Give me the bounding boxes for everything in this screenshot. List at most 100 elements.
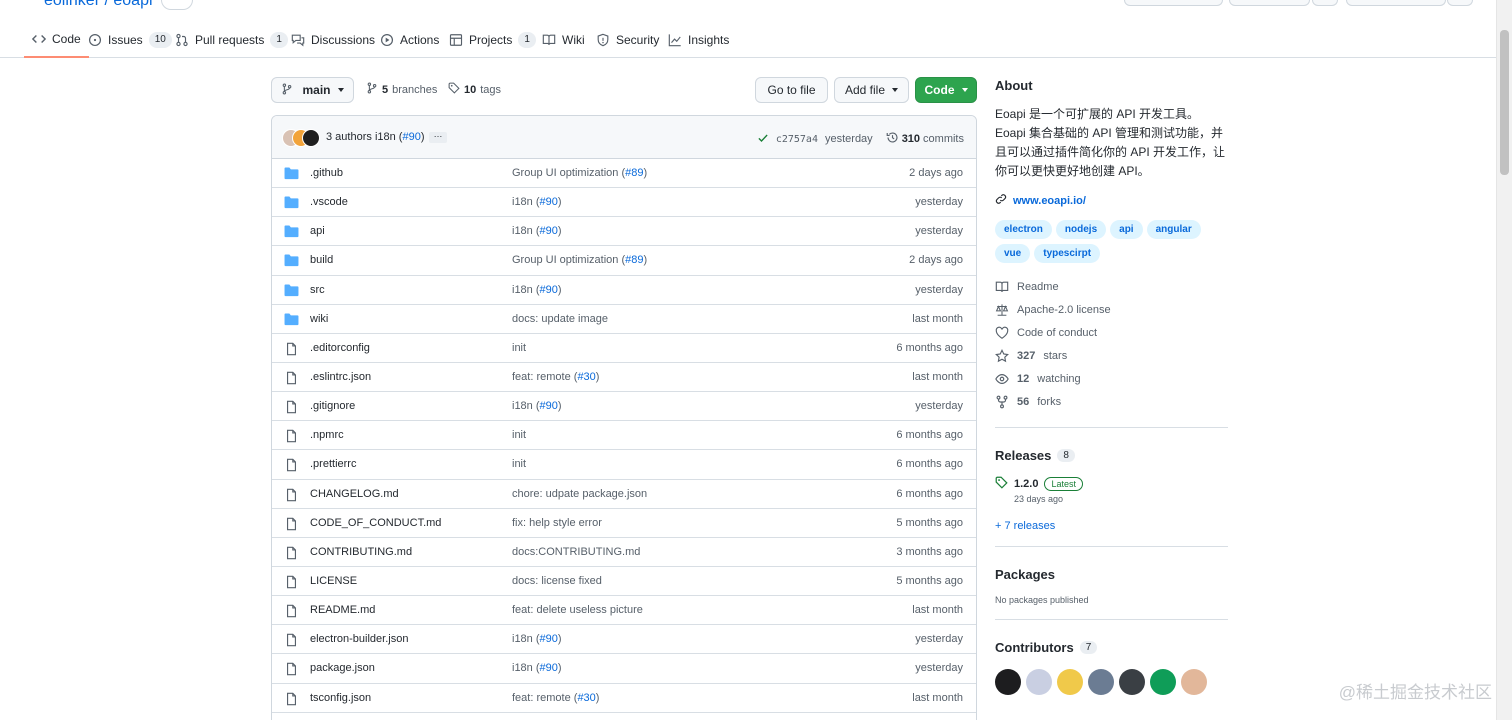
file-row[interactable]: CHANGELOG.md chore: udpate package.json 6 …	[272, 480, 976, 509]
more-releases-link[interactable]: + 7 releases	[995, 520, 1228, 532]
check-icon[interactable]	[757, 132, 769, 147]
commits-link[interactable]: 310 commits	[886, 131, 964, 147]
avatar[interactable]	[1088, 669, 1114, 695]
releases-heading[interactable]: Releases 8	[995, 448, 1228, 463]
file-row[interactable]: LICENSE docs: license fixed 5 months ago	[272, 567, 976, 597]
file-row[interactable]: .eslintrc.json feat: remote (#30) last mon…	[272, 363, 976, 393]
file-name[interactable]: .prettierrc	[310, 458, 356, 470]
commit-pr-link[interactable]: #90	[540, 196, 558, 208]
go-to-file-button[interactable]: Go to file	[755, 77, 828, 103]
commit-sha[interactable]: c2757a4	[776, 134, 818, 145]
branch-select-button[interactable]: main	[271, 77, 354, 103]
avatar[interactable]	[1181, 669, 1207, 695]
commit-pr-link[interactable]: #90	[540, 633, 558, 645]
commit-message-text[interactable]: i18n	[512, 662, 533, 674]
commit-message-text[interactable]: docs: license fixed	[512, 575, 602, 587]
commit-message-text[interactable]: init	[512, 458, 526, 470]
file-row[interactable]: tsconfig.json feat: remote (#30) last mont…	[272, 684, 976, 713]
avatar[interactable]	[1119, 669, 1145, 695]
code-button[interactable]: Code	[915, 77, 977, 103]
repo-name[interactable]: eoapi	[113, 0, 152, 9]
fork-button[interactable]	[1229, 0, 1310, 6]
repo-meta-readme[interactable]: Readme	[995, 275, 1228, 298]
file-name[interactable]: build	[310, 254, 333, 266]
commit-message-text[interactable]: i18n	[512, 225, 533, 237]
file-row[interactable]: CODE_OF_CONDUCT.md fix: help style error 5…	[272, 509, 976, 538]
file-row[interactable]: .prettierrc init 6 months ago	[272, 450, 976, 480]
avatar[interactable]	[995, 669, 1021, 695]
file-row[interactable]: package.json i18n (#90) yesterday	[272, 654, 976, 684]
commit-avatars[interactable]	[282, 129, 322, 147]
repo-meta-forks[interactable]: 56 forks	[995, 390, 1228, 413]
commit-pr-link[interactable]: #90	[540, 284, 558, 296]
commit-pr-link[interactable]: #89	[625, 254, 643, 266]
avatar[interactable]	[1026, 669, 1052, 695]
commit-authors-count[interactable]: 3 authors	[326, 131, 372, 143]
tab-pull-requests[interactable]: Pull requests 1	[175, 22, 288, 58]
star-dropdown-button[interactable]	[1447, 0, 1473, 6]
file-row[interactable]: .editorconfig init 6 months ago	[272, 334, 976, 363]
topic-tag[interactable]: angular	[1146, 220, 1201, 239]
commit-message-text[interactable]: i18n	[512, 400, 533, 412]
tab-discussions[interactable]: Discussions	[291, 22, 375, 58]
add-file-button[interactable]: Add file	[834, 77, 909, 103]
file-name[interactable]: LICENSE	[310, 575, 357, 587]
commit-pr-link[interactable]: #89	[625, 167, 643, 179]
commit-expand-button[interactable]: …	[429, 130, 447, 143]
file-row[interactable]: .vscode i18n (#90) yesterday	[272, 188, 976, 218]
file-name[interactable]: api	[310, 225, 325, 237]
commit-pr-link[interactable]: #30	[577, 692, 595, 704]
scrollbar-thumb[interactable]	[1500, 30, 1509, 175]
tab-actions[interactable]: Actions	[380, 22, 439, 58]
avatar[interactable]	[1150, 669, 1176, 695]
commit-message-text[interactable]: docs:CONTRIBUTING.md	[512, 546, 640, 558]
repo-meta-code-of-conduct[interactable]: Code of conduct	[995, 321, 1228, 344]
file-name[interactable]: README.md	[310, 604, 375, 616]
file-row[interactable]: src i18n (#90) yesterday	[272, 276, 976, 305]
tab-insights[interactable]: Insights	[668, 22, 729, 58]
commit-message-text[interactable]: i18n	[512, 196, 533, 208]
commit-message[interactable]: i18n	[375, 131, 396, 143]
topic-tag[interactable]: electron	[995, 220, 1052, 239]
tab-issues[interactable]: Issues 10	[88, 22, 172, 58]
file-name[interactable]: .npmrc	[310, 429, 344, 441]
commit-message-text[interactable]: fix: help style error	[512, 517, 602, 529]
topic-tag[interactable]: typescirpt	[1034, 244, 1101, 263]
avatar[interactable]	[1057, 669, 1083, 695]
commit-pr-link[interactable]: #30	[577, 371, 595, 383]
watch-button[interactable]	[1124, 0, 1223, 6]
commit-message-text[interactable]: i18n	[512, 284, 533, 296]
commit-message-text[interactable]: feat: remote	[512, 371, 571, 383]
file-name[interactable]: package.json	[310, 662, 375, 674]
page-scrollbar[interactable]	[1496, 0, 1512, 720]
commit-message-text[interactable]: feat: remote	[512, 692, 571, 704]
star-button[interactable]	[1346, 0, 1446, 6]
topic-tag[interactable]: api	[1110, 220, 1143, 239]
repo-meta-stars[interactable]: 327 stars	[995, 344, 1228, 367]
file-name[interactable]: tsconfig.json	[310, 692, 371, 704]
topic-tag[interactable]: nodejs	[1055, 220, 1107, 239]
commit-message-text[interactable]: chore: udpate package.json	[512, 488, 647, 500]
commit-pr-link[interactable]: #90	[402, 131, 420, 143]
commit-message-text[interactable]: feat: delete useless picture	[512, 604, 643, 616]
tags-link[interactable]: 10 tags	[448, 82, 501, 97]
file-row[interactable]: .npmrc init 6 months ago	[272, 421, 976, 451]
file-name[interactable]: src	[310, 284, 325, 296]
commit-pr-link[interactable]: #90	[540, 662, 558, 674]
fork-dropdown-button[interactable]	[1312, 0, 1338, 6]
commit-message-text[interactable]: init	[512, 429, 526, 441]
file-name[interactable]: CONTRIBUTING.md	[310, 546, 412, 558]
repo-owner[interactable]: eolinker	[44, 0, 100, 9]
tab-wiki[interactable]: Wiki	[542, 22, 585, 58]
commit-pr-link[interactable]: #90	[540, 225, 558, 237]
tab-projects[interactable]: Projects 1	[449, 22, 536, 58]
file-name[interactable]: .editorconfig	[310, 342, 370, 354]
file-row[interactable]: electron-builder.json i18n (#90) yesterday	[272, 625, 976, 655]
file-name[interactable]: CODE_OF_CONDUCT.md	[310, 517, 441, 529]
website-link[interactable]: www.eoapi.io/	[995, 193, 1228, 208]
packages-heading[interactable]: Packages	[995, 567, 1228, 582]
branches-link[interactable]: 5 branches	[366, 82, 437, 97]
file-name[interactable]: .github	[310, 167, 343, 179]
file-name[interactable]: CHANGELOG.md	[310, 488, 399, 500]
file-name[interactable]: wiki	[310, 313, 328, 325]
